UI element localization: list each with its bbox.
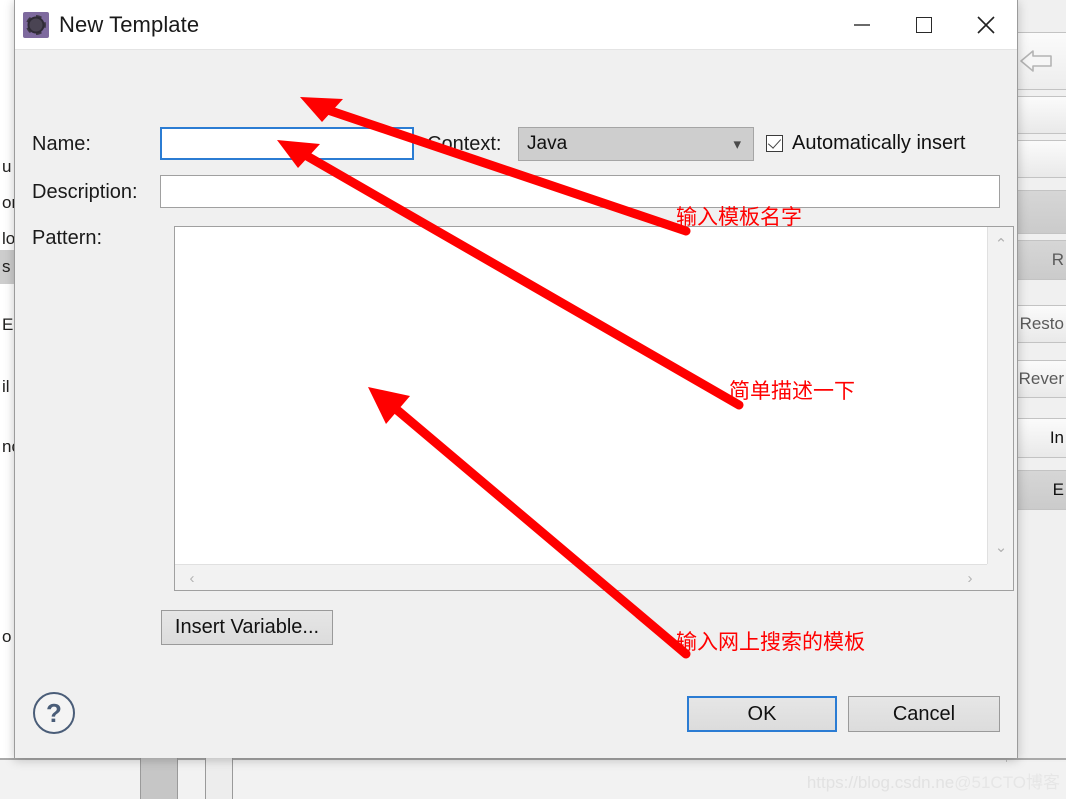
annotation-label-description: 简单描述一下 — [729, 379, 855, 403]
pattern-horizontal-scrollbar[interactable]: ‹ › — [175, 564, 987, 590]
scroll-right-icon[interactable]: › — [959, 565, 981, 591]
ok-button[interactable]: OK — [687, 696, 837, 732]
window-controls — [831, 0, 1017, 50]
maximize-button[interactable] — [893, 0, 955, 50]
annotation-label-pattern: 输入网上搜索的模板 — [676, 630, 865, 654]
pattern-vertical-scrollbar[interactable]: ⌃ ⌄ — [987, 227, 1013, 564]
pattern-textarea[interactable] — [175, 227, 987, 564]
minimize-button[interactable] — [831, 0, 893, 50]
template-gear-icon — [23, 11, 49, 38]
pattern-editor: ⌃ ⌄ ‹ › — [174, 226, 1014, 591]
chevron-down-icon: ▾ — [733, 136, 741, 153]
description-input[interactable] — [160, 175, 1000, 208]
automatically-insert-label: Automatically insert — [792, 132, 966, 154]
pattern-label: Pattern: — [32, 227, 103, 249]
background-strip — [140, 755, 178, 799]
watermark-tag: @51CTO博客 — [954, 773, 1060, 792]
scroll-left-icon[interactable]: ‹ — [181, 565, 203, 591]
screen-root: u or lo s E il nc o R Resto Rever In E N… — [0, 0, 1066, 799]
name-input[interactable] — [160, 127, 414, 160]
watermark: https://blog.csdn.ne @51CTO博客 — [807, 768, 1060, 793]
help-button[interactable]: ? — [33, 692, 75, 734]
insert-variable-button[interactable]: Insert Variable... — [161, 610, 333, 645]
dialog-titlebar[interactable]: New Template — [15, 0, 1017, 50]
new-template-dialog: New Template Name: Context: Java ▾ Autom… — [14, 0, 1018, 758]
close-button[interactable] — [955, 0, 1017, 50]
name-label: Name: — [32, 133, 91, 155]
dialog-body: Name: Context: Java ▾ Automatically inse… — [15, 50, 1017, 758]
description-label: Description: — [32, 181, 138, 203]
context-label: Context: — [427, 133, 502, 155]
scroll-up-icon[interactable]: ⌃ — [988, 233, 1014, 255]
cancel-button[interactable]: Cancel — [848, 696, 1000, 732]
context-selected-value: Java — [527, 133, 568, 154]
scrollbar-corner — [987, 564, 1013, 590]
watermark-url: https://blog.csdn.ne — [806, 773, 955, 792]
background-strip — [205, 755, 233, 799]
automatically-insert-checkbox[interactable] — [766, 135, 783, 152]
context-dropdown[interactable]: Java ▾ — [518, 127, 754, 161]
scroll-down-icon[interactable]: ⌄ — [988, 536, 1014, 558]
dialog-title: New Template — [59, 11, 200, 37]
automatically-insert-checkbox-row[interactable]: Automatically insert — [766, 132, 965, 155]
annotation-label-name: 输入模板名字 — [676, 205, 802, 229]
